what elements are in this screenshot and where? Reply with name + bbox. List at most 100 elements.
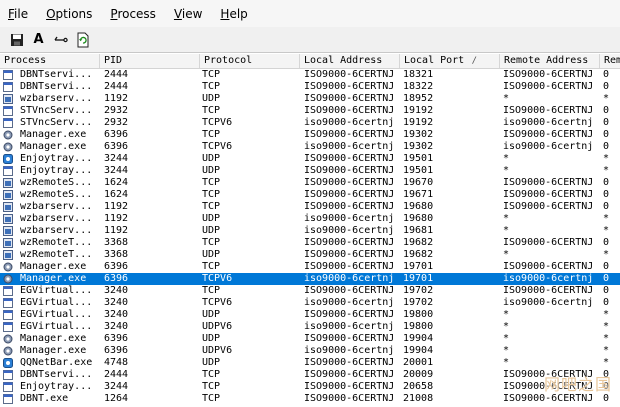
process-window-icon (3, 117, 15, 129)
font-button[interactable]: A (28, 30, 49, 50)
pid-cell: 6396 (104, 273, 129, 284)
process-window-icon (3, 393, 15, 405)
table-row[interactable]: wzRemoteS... 1624 TCP ISO9000-6CERTNJ 19671 I… (0, 189, 620, 201)
remote-port-cell: * (603, 309, 610, 320)
remote-address-cell: * (503, 153, 510, 164)
refresh-icon (77, 32, 88, 47)
remote-port-cell: * (603, 225, 610, 236)
pid-cell: 6396 (104, 261, 129, 272)
remote-port-cell: * (603, 93, 610, 104)
process-name-cell: EGVirtual... (20, 297, 93, 308)
remote-port-cell: 0 (603, 141, 610, 152)
column-header-local-port[interactable]: Local Port / (400, 54, 500, 68)
table-row[interactable]: EGVirtual... 3240 UDPV6 iso9000-6certnj 1980… (0, 321, 620, 333)
options-button[interactable] (50, 30, 71, 50)
menu-options[interactable]: Options (44, 5, 94, 23)
column-header-process[interactable]: Process (0, 54, 100, 68)
protocol-cell: TCP (202, 105, 221, 116)
table-row[interactable]: wzRemoteT... 3368 UDP ISO9000-6CERTNJ 19682 *… (0, 249, 620, 261)
table-row[interactable]: wzbarserv... 1192 UDP iso9000-6certnj 19681 *… (0, 225, 620, 237)
table-row[interactable]: wzbarserv... 1192 TCP ISO9000-6CERTNJ 19680 I… (0, 201, 620, 213)
table-row[interactable]: DBNTservi... 2444 TCP ISO9000-6CERTNJ 18321 I… (0, 69, 620, 81)
local-address-cell: ISO9000-6CERTNJ (304, 189, 395, 200)
remote-port-cell: 0 (603, 177, 610, 188)
table-row[interactable]: Enjoytray... 3244 TCP ISO9000-6CERTNJ 20658 I… (0, 381, 620, 393)
table-row[interactable]: Enjoytray... 3244 UDP ISO9000-6CERTNJ 19501 *… (0, 165, 620, 177)
local-port-cell: 19192 (403, 117, 434, 128)
refresh-button[interactable] (72, 30, 93, 50)
protocol-cell: UDP (202, 249, 221, 260)
table-row[interactable]: QQNetBar.exe 4748 UDP ISO9000-6CERTNJ 20001 *… (0, 357, 620, 369)
process-app-icon (3, 237, 15, 249)
process-window-icon (3, 69, 15, 81)
table-row[interactable]: EGVirtual... 3240 TCP ISO9000-6CERTNJ 19702 I… (0, 285, 620, 297)
remote-port-cell: 0 (603, 105, 610, 116)
column-header-remote-address[interactable]: Remote Address (500, 54, 600, 68)
save-button[interactable] (6, 30, 27, 50)
table-row[interactable]: Manager.exe 6396 TCPV6 iso9000-6certnj 19701… (0, 273, 620, 285)
protocol-cell: TCP (202, 177, 221, 188)
remote-port-cell: * (603, 333, 610, 344)
protocol-cell: TCPV6 (202, 117, 233, 128)
column-header-local-address[interactable]: Local Address (300, 54, 400, 68)
menu-help[interactable]: Help (218, 5, 249, 23)
remote-port-cell: * (603, 345, 610, 356)
column-header-protocol[interactable]: Protocol (200, 54, 300, 68)
table-row[interactable]: wzbarserv... 1192 UDP iso9000-6certnj 19680 *… (0, 213, 620, 225)
local-port-cell: 19681 (403, 225, 434, 236)
table-row[interactable]: wzbarserv... 1192 UDP ISO9000-6CERTNJ 18952 *… (0, 93, 620, 105)
pid-cell: 3240 (104, 309, 129, 320)
table-row[interactable]: Manager.exe 6396 TCP ISO9000-6CERTNJ 19701 IS… (0, 261, 620, 273)
local-port-cell: 19501 (403, 153, 434, 164)
table-row[interactable]: Manager.exe 6396 TCP ISO9000-6CERTNJ 19302 IS… (0, 129, 620, 141)
process-name-cell: wzRemoteT... (20, 237, 93, 248)
process-blue-icon (3, 153, 15, 165)
column-header-pid[interactable]: PID (100, 54, 200, 68)
table-row[interactable]: wzRemoteS... 1624 TCP ISO9000-6CERTNJ 19670 I… (0, 177, 620, 189)
table-row[interactable]: Enjoytray... 3244 UDP ISO9000-6CERTNJ 19501 *… (0, 153, 620, 165)
process-name-cell: Enjoytray... (20, 153, 93, 164)
process-name-cell: wzRemoteS... (20, 177, 93, 188)
local-port-cell: 19702 (403, 297, 434, 308)
table-row[interactable]: DBNT.exe 1264 TCP ISO9000-6CERTNJ 21008 ISO90… (0, 393, 620, 405)
local-port-label: Local Port (404, 55, 465, 66)
protocol-cell: UDPV6 (202, 321, 233, 332)
pid-cell: 3368 (104, 237, 129, 248)
table-row[interactable]: wzRemoteT... 3368 TCP ISO9000-6CERTNJ 19682 I… (0, 237, 620, 249)
pid-cell: 2932 (104, 105, 129, 116)
local-address-cell: iso9000-6certnj (304, 213, 395, 224)
local-address-cell: ISO9000-6CERTNJ (304, 357, 395, 368)
table-row[interactable]: Manager.exe 6396 UDPV6 iso9000-6certnj 19904… (0, 345, 620, 357)
process-window-icon (3, 285, 15, 297)
remote-port-cell: * (603, 153, 610, 164)
local-port-cell: 19302 (403, 141, 434, 152)
menu-process[interactable]: Process (108, 5, 158, 23)
remote-address-cell: iso9000-6certnj (503, 273, 594, 284)
column-header-remote-port[interactable]: Rem (600, 54, 620, 68)
table-row[interactable]: STVncServ... 2932 TCPV6 iso9000-6certnj 1919… (0, 117, 620, 129)
menu-view[interactable]: View (172, 5, 204, 23)
remote-address-cell: ISO9000-6CERTNJ (503, 129, 594, 140)
remote-address-cell: * (503, 345, 510, 356)
table-row[interactable]: Manager.exe 6396 TCPV6 iso9000-6certnj 19302… (0, 141, 620, 153)
local-port-cell: 19302 (403, 129, 434, 140)
pid-cell: 3244 (104, 381, 129, 392)
table-row[interactable]: STVncServ... 2932 TCP ISO9000-6CERTNJ 19192 I… (0, 105, 620, 117)
connections-table[interactable]: Process PID Protocol Local Address Local… (0, 54, 620, 407)
table-row[interactable]: EGVirtual... 3240 TCPV6 iso9000-6certnj 1970… (0, 297, 620, 309)
table-row[interactable]: EGVirtual... 3240 UDP ISO9000-6CERTNJ 19800 *… (0, 309, 620, 321)
table-row[interactable]: DBNTservi... 2444 TCP ISO9000-6CERTNJ 20009 I… (0, 369, 620, 381)
table-body: DBNTservi... 2444 TCP ISO9000-6CERTNJ 18321 I… (0, 69, 620, 405)
table-row[interactable]: DBNTservi... 2444 TCP ISO9000-6CERTNJ 18322 I… (0, 81, 620, 93)
process-gear-icon (3, 129, 15, 141)
local-address-cell: iso9000-6certnj (304, 225, 395, 236)
watermark-text: 网吧之国 (543, 375, 612, 394)
pid-cell: 1192 (104, 93, 129, 104)
process-app-icon (3, 249, 15, 261)
local-port-cell: 19680 (403, 201, 434, 212)
toolbar: A (0, 27, 620, 53)
table-row[interactable]: Manager.exe 6396 UDP ISO9000-6CERTNJ 19904 * * (0, 333, 620, 345)
process-window-icon (3, 369, 15, 381)
local-address-cell: ISO9000-6CERTNJ (304, 369, 395, 380)
menu-file[interactable]: File (6, 5, 30, 23)
